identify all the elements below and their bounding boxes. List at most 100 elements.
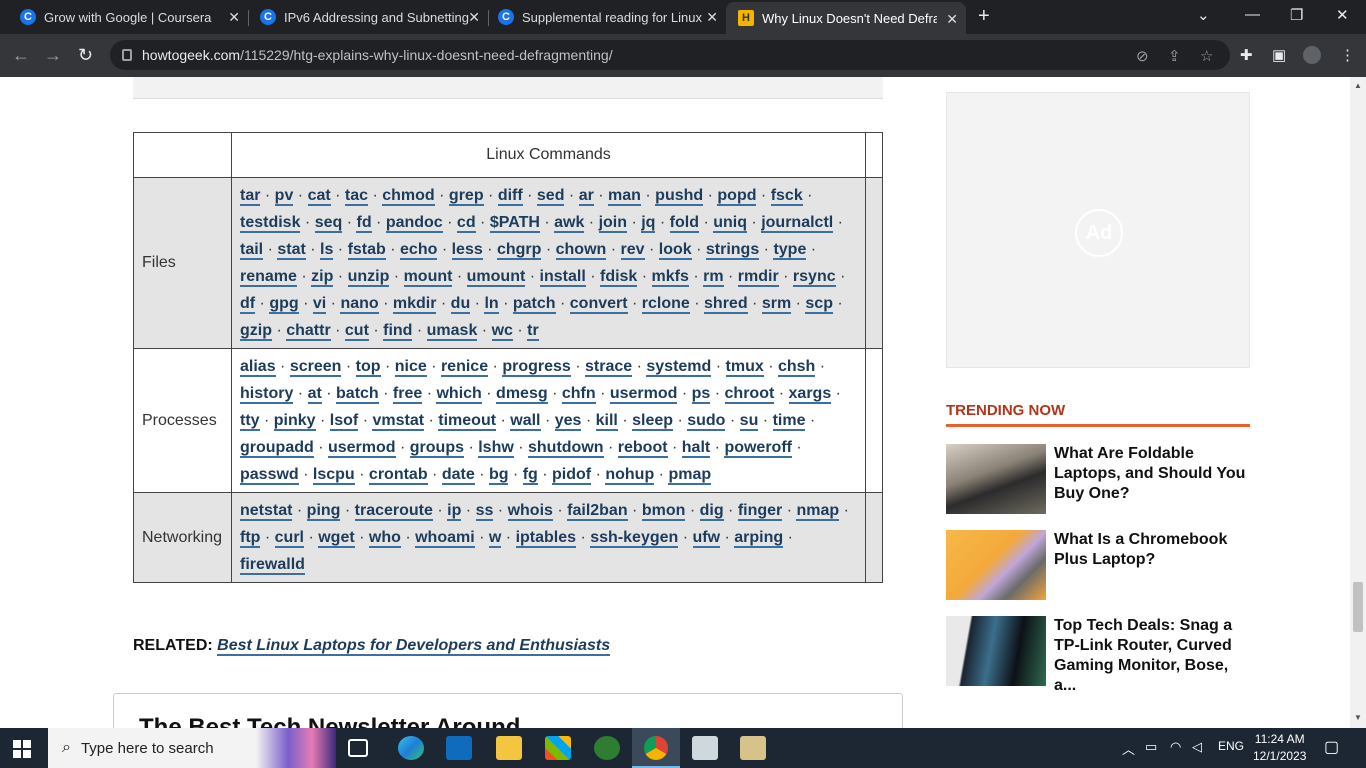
command-link[interactable]: fd — [356, 214, 372, 233]
image-viewer-icon[interactable] — [692, 736, 718, 760]
forward-arrow-icon[interactable]: → — [44, 45, 62, 66]
command-link[interactable]: usermod — [609, 385, 678, 404]
command-link[interactable]: history — [240, 385, 294, 404]
command-link[interactable]: vi — [312, 295, 327, 314]
command-link[interactable]: fdisk — [599, 268, 638, 287]
command-link[interactable]: patch — [512, 295, 556, 314]
command-link[interactable]: ip — [447, 502, 462, 521]
command-link[interactable]: dmesg — [496, 385, 548, 404]
command-link[interactable]: top — [355, 358, 381, 377]
command-link[interactable]: pmap — [668, 466, 712, 485]
command-link[interactable]: crontab — [368, 466, 428, 485]
command-link[interactable]: alias — [240, 358, 276, 377]
trending-title[interactable]: What Is a Chromebook Plus Laptop? — [1054, 530, 1250, 570]
command-link[interactable]: grep — [448, 187, 484, 206]
related-article-link[interactable]: Best Linux Laptops for Developers and En… — [217, 637, 611, 656]
scroll-down-arrow-icon[interactable]: ▼ — [1354, 713, 1362, 722]
command-link[interactable]: kill — [595, 412, 618, 431]
command-link[interactable]: chroot — [724, 385, 775, 404]
command-link[interactable]: uniq — [713, 214, 747, 233]
command-link[interactable]: firewalld — [240, 556, 305, 575]
command-link[interactable]: echo — [400, 241, 438, 260]
command-link[interactable]: umask — [426, 322, 478, 341]
command-link[interactable]: arping — [734, 529, 784, 548]
command-link[interactable]: time — [772, 412, 806, 431]
command-link[interactable]: chown — [555, 241, 607, 260]
command-link[interactable]: rsync — [792, 268, 836, 287]
menu-kebab-icon[interactable]: ⋮ — [1340, 46, 1355, 64]
command-link[interactable]: pinky — [273, 412, 316, 431]
scroll-up-arrow-icon[interactable]: ▲ — [1354, 81, 1362, 90]
command-link[interactable]: tail — [240, 241, 264, 260]
url-text[interactable]: howtogeek.com/115229/htg-explains-why-li… — [142, 47, 613, 63]
side-panel-icon[interactable]: ▣ — [1272, 46, 1286, 64]
command-link[interactable]: passwd — [240, 466, 299, 485]
new-tab-button[interactable]: + — [978, 5, 990, 28]
command-link[interactable]: gzip — [240, 322, 272, 341]
system-clock[interactable]: 11:24 AM 12/1/2023 — [1253, 731, 1306, 765]
tab-supplemental-reading[interactable]: C Supplemental reading for Linux ✕ — [478, 0, 726, 34]
command-link[interactable]: lshw — [478, 439, 514, 458]
microsoft-store-icon[interactable] — [545, 736, 571, 760]
tab-search-chevron-icon[interactable]: ⌄ — [1197, 6, 1210, 24]
command-link[interactable]: vmstat — [372, 412, 425, 431]
chromebook-thumbnail[interactable] — [946, 530, 1046, 600]
command-link[interactable]: traceroute — [354, 502, 433, 521]
maps-app-icon[interactable] — [594, 736, 620, 760]
command-link[interactable]: nmap — [796, 502, 840, 521]
command-link[interactable]: iptables — [515, 529, 577, 548]
command-link[interactable]: wc — [491, 322, 513, 341]
command-link[interactable]: fsck — [770, 187, 803, 206]
command-link[interactable]: du — [450, 295, 471, 314]
show-hidden-icons-chevron-icon[interactable]: ︿ — [1122, 739, 1135, 758]
command-link[interactable]: ss — [475, 502, 494, 521]
command-link[interactable]: join — [598, 214, 628, 233]
foldable-laptop-thumbnail[interactable] — [946, 444, 1046, 514]
command-link[interactable]: sed — [536, 187, 565, 206]
command-link[interactable]: chmod — [382, 187, 435, 206]
command-link[interactable]: poweroff — [724, 439, 792, 458]
command-link[interactable]: bg — [488, 466, 509, 485]
minimize-button[interactable]: — — [1245, 6, 1260, 23]
command-link[interactable]: netstat — [240, 502, 293, 521]
command-link[interactable]: ssh-keygen — [590, 529, 679, 548]
command-link[interactable]: awk — [554, 214, 585, 233]
command-link[interactable]: curl — [274, 529, 304, 548]
command-link[interactable]: cut — [344, 322, 369, 341]
scrollbar-thumb[interactable] — [1353, 582, 1363, 632]
tab-ipv6[interactable]: C IPv6 Addressing and Subnetting ✕ — [240, 0, 488, 34]
command-link[interactable]: pushd — [655, 187, 704, 206]
command-link[interactable]: ln — [484, 295, 499, 314]
windows-start-icon[interactable] — [13, 740, 31, 758]
command-link[interactable]: sudo — [687, 412, 726, 431]
command-link[interactable]: wall — [510, 412, 541, 431]
edge-browser-icon[interactable] — [398, 736, 424, 760]
command-link[interactable]: chgrp — [496, 241, 542, 260]
command-link[interactable]: stat — [277, 241, 306, 260]
command-link[interactable]: install — [539, 268, 586, 287]
command-link[interactable]: screen — [289, 358, 342, 377]
command-link[interactable]: find — [383, 322, 413, 341]
command-link[interactable]: rclone — [641, 295, 690, 314]
eye-slash-icon[interactable]: ⊘ — [1136, 47, 1149, 65]
command-link[interactable]: nice — [394, 358, 427, 377]
command-link[interactable]: tty — [240, 412, 260, 431]
command-link[interactable]: wget — [318, 529, 355, 548]
command-link[interactable]: xargs — [788, 385, 832, 404]
command-link[interactable]: pandoc — [385, 214, 443, 233]
command-link[interactable]: batch — [336, 385, 379, 404]
trending-title[interactable]: What Are Foldable Laptops, and Should Yo… — [1054, 444, 1250, 504]
command-link[interactable]: fg — [522, 466, 538, 485]
command-link[interactable]: bmon — [641, 502, 686, 521]
file-explorer-icon[interactable] — [496, 736, 522, 760]
command-link[interactable]: scp — [805, 295, 833, 314]
command-link[interactable]: man — [608, 187, 641, 206]
command-link[interactable]: srm — [761, 295, 792, 314]
chrome-taskbar-button[interactable] — [632, 728, 680, 768]
command-link[interactable]: shred — [704, 295, 748, 314]
command-link[interactable]: ufw — [692, 529, 721, 548]
command-link[interactable]: strace — [585, 358, 633, 377]
command-link[interactable]: unzip — [347, 268, 390, 287]
command-link[interactable]: yes — [554, 412, 582, 431]
command-link[interactable]: rmdir — [737, 268, 779, 287]
